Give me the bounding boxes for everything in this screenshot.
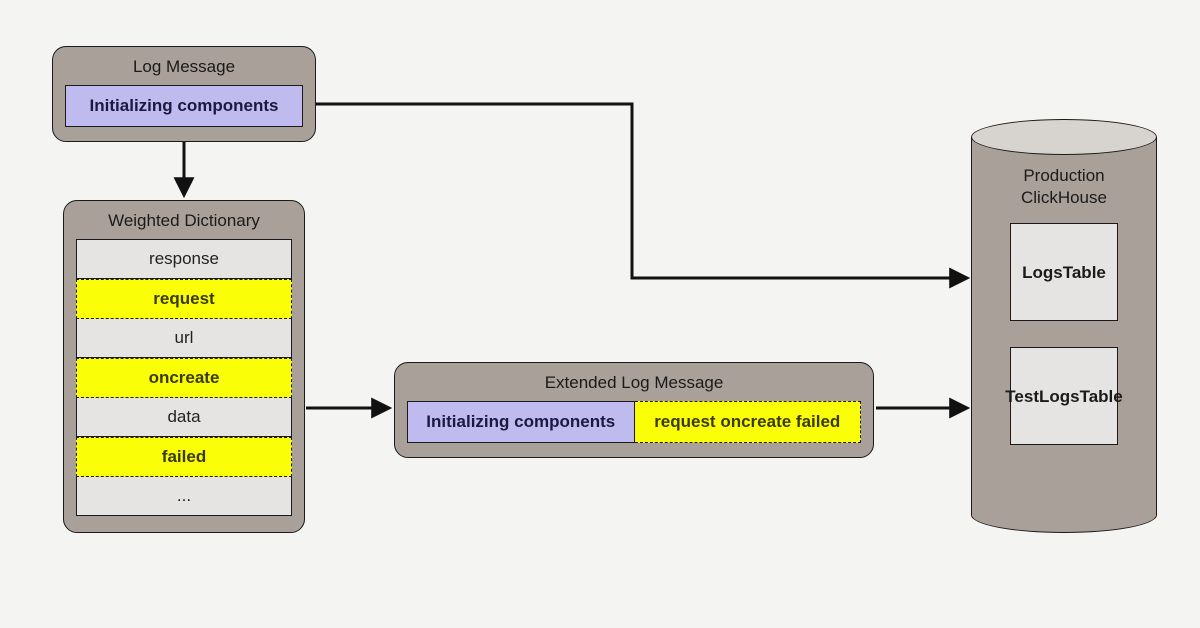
dictionary-row: failed [76, 437, 292, 477]
dictionary-row: request [76, 279, 292, 319]
database-cylinder: ProductionClickHouse LogsTable TestLogsT… [971, 119, 1157, 533]
dictionary-row: data [76, 398, 292, 437]
logs-table-box: LogsTable [1010, 223, 1118, 321]
log-message-value: Initializing components [65, 85, 303, 127]
cylinder-top [971, 119, 1157, 155]
dictionary-row: url [76, 319, 292, 358]
extended-log-message-title: Extended Log Message [407, 373, 861, 393]
dictionary-row: ... [76, 477, 292, 516]
extended-log-message-panel: Extended Log Message Initializing compon… [394, 362, 874, 458]
dictionary-row: response [76, 239, 292, 279]
dictionary-rows: responserequesturloncreatedatafailed... [76, 239, 292, 516]
weighted-dictionary-panel: Weighted Dictionary responserequesturlon… [63, 200, 305, 533]
dictionary-row: oncreate [76, 358, 292, 398]
log-message-panel: Log Message Initializing components [52, 46, 316, 142]
log-message-title: Log Message [65, 57, 303, 77]
test-logs-table-box: TestLogsTable [1010, 347, 1118, 445]
extended-original-value: Initializing components [407, 401, 635, 443]
arrow-log-to-logs-table [316, 104, 966, 278]
database-title: ProductionClickHouse [1021, 165, 1107, 209]
extended-appended-value: request oncreate failed [635, 401, 862, 443]
weighted-dictionary-title: Weighted Dictionary [76, 211, 292, 231]
